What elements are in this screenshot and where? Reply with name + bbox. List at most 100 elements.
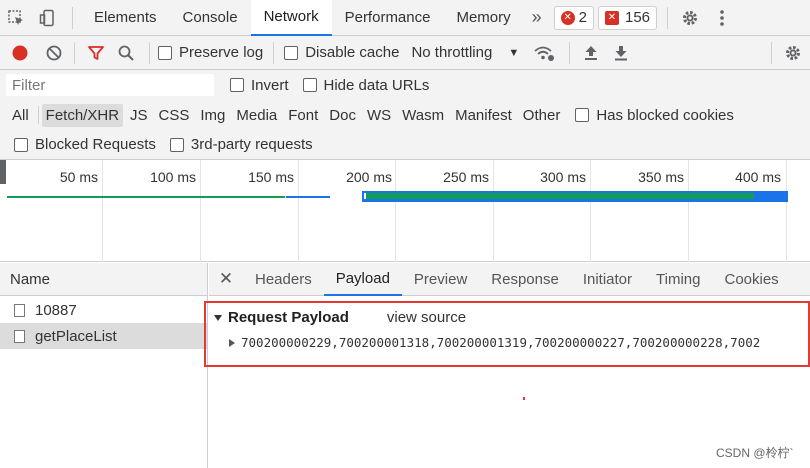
watermark-text: CSDN @柃柠` [716, 446, 794, 460]
close-details-icon[interactable]: ✕ [209, 269, 243, 289]
tab-elements[interactable]: Elements [81, 0, 170, 36]
timeline-tick-label: 300 ms [540, 169, 586, 185]
red-dot-mark [523, 397, 525, 400]
payload-value-row[interactable]: 700200000229,700200001318,700200001319,7… [229, 335, 809, 350]
kebab-menu-icon[interactable] [706, 0, 738, 36]
timeline-tick-label: 50 ms [59, 169, 98, 185]
type-filter-manifest[interactable]: Manifest [451, 104, 516, 127]
divider [72, 6, 73, 29]
request-name: 10887 [35, 301, 77, 319]
type-filter-img[interactable]: Img [196, 104, 229, 127]
timeline-gridline [102, 160, 103, 262]
preserve-log-checkbox[interactable]: Preserve log [158, 44, 263, 61]
request-row[interactable]: 10887 [0, 297, 207, 323]
issues-count: 156 [625, 9, 651, 26]
type-filter-wasm[interactable]: Wasm [398, 104, 448, 127]
request-payload-title: Request Payload [228, 309, 349, 326]
details-tab-bar: ✕ Headers Payload Preview Response Initi… [209, 263, 810, 296]
inspect-element-icon[interactable] [0, 0, 32, 36]
request-row-selected[interactable]: getPlaceList [0, 323, 207, 349]
checkbox-box[interactable] [14, 137, 28, 152]
record-icon[interactable] [0, 35, 40, 71]
third-party-requests-checkbox[interactable]: 3rd-party requests [169, 136, 313, 153]
preserve-log-label: Preserve log [179, 44, 264, 61]
tab-response[interactable]: Response [479, 263, 571, 296]
filter-row: Invert Hide data URLs [0, 70, 810, 100]
search-icon[interactable] [111, 35, 141, 71]
has-blocked-cookies-checkbox[interactable]: Has blocked cookies [575, 107, 734, 124]
tab-preview[interactable]: Preview [402, 263, 479, 296]
tab-headers[interactable]: Headers [243, 263, 324, 296]
issue-icon: ✕ [605, 10, 619, 25]
checkbox-box[interactable] [158, 45, 172, 60]
document-icon [14, 303, 25, 317]
type-filter-media[interactable]: Media [232, 104, 281, 127]
timeline-left-handle[interactable] [0, 160, 6, 184]
hide-data-urls-checkbox[interactable]: Hide data URLs [302, 77, 429, 94]
type-filter-ws[interactable]: WS [363, 104, 395, 127]
timeline-tick-label: 200 ms [346, 169, 392, 185]
import-har-upload-icon[interactable] [576, 35, 606, 71]
type-filter-font[interactable]: Font [284, 104, 322, 127]
filter-input[interactable] [6, 74, 214, 96]
expand-triangle-icon[interactable] [214, 314, 222, 321]
payload-value: 700200000229,700200001318,700200001319,7… [241, 335, 761, 350]
type-filter-css[interactable]: CSS [155, 104, 194, 127]
name-column-header[interactable]: Name [0, 263, 207, 296]
type-filter-doc[interactable]: Doc [325, 104, 360, 127]
type-filter-fetch-xhr[interactable]: Fetch/XHR [41, 103, 124, 127]
disable-cache-label: Disable cache [305, 44, 400, 61]
divider [569, 41, 571, 64]
tab-initiator[interactable]: Initiator [571, 263, 644, 296]
clear-icon[interactable] [40, 35, 68, 71]
divider [74, 41, 75, 64]
checkbox-box[interactable] [230, 78, 244, 92]
network-settings-gear-icon[interactable] [776, 35, 810, 71]
timeline-gridline [298, 160, 299, 262]
blocked-requests-label: Blocked Requests [35, 136, 156, 153]
divider [667, 6, 669, 29]
issues-badge[interactable]: ✕ 156 [598, 5, 658, 30]
view-source-link[interactable]: view source [387, 309, 466, 326]
type-filter-other[interactable]: Other [519, 104, 565, 127]
network-conditions-wifi-icon[interactable] [525, 35, 563, 71]
export-har-download-icon[interactable] [606, 35, 636, 71]
timeline-request-bar-green-wide [366, 193, 754, 199]
type-filter-js[interactable]: JS [126, 104, 152, 127]
errors-badge[interactable]: ✕ 2 [553, 5, 594, 30]
checkbox-box[interactable] [284, 45, 299, 60]
tab-payload[interactable]: Payload [323, 263, 402, 296]
tab-performance[interactable]: Performance [332, 0, 444, 36]
tab-cookies[interactable]: Cookies [712, 263, 790, 296]
divider [771, 41, 772, 64]
tab-timing[interactable]: Timing [644, 263, 712, 296]
tab-memory[interactable]: Memory [443, 0, 523, 36]
throttling-select[interactable]: No throttling ▼ [411, 44, 519, 61]
timeline-gridline [493, 160, 494, 262]
timeline-tick-label: 150 ms [248, 169, 294, 185]
more-tabs-chevron-icon[interactable]: » [524, 7, 550, 28]
device-toolbar-icon[interactable] [32, 0, 64, 36]
timeline-request-bar-green [7, 196, 285, 198]
request-payload-section-header[interactable]: Request Payload view source [214, 309, 466, 326]
request-payload-highlight: Request Payload view source 700200000229… [204, 301, 810, 367]
disable-cache-checkbox[interactable]: Disable cache [284, 44, 399, 61]
settings-gear-icon[interactable] [674, 0, 706, 36]
tab-console[interactable]: Console [170, 0, 251, 36]
devtools-tab-bar: Elements Console Network Performance Mem… [0, 0, 810, 36]
invert-checkbox[interactable]: Invert [230, 77, 289, 94]
network-overview-timeline[interactable]: 50 ms 100 ms 150 ms 200 ms 250 ms 300 ms… [0, 160, 810, 262]
filter-funnel-icon[interactable] [81, 35, 111, 71]
collapse-triangle-icon[interactable] [229, 338, 235, 347]
divider [149, 41, 150, 64]
type-filter-all[interactable]: All [8, 104, 33, 127]
blocked-requests-checkbox[interactable]: Blocked Requests [14, 136, 156, 153]
throttling-value: No throttling [411, 44, 493, 61]
has-blocked-cookies-label: Has blocked cookies [596, 106, 734, 124]
checkbox-box[interactable] [169, 137, 184, 152]
tab-network[interactable]: Network [250, 0, 332, 36]
request-details-pane: ✕ Headers Payload Preview Response Initi… [204, 263, 810, 468]
checkbox-box[interactable] [302, 78, 317, 92]
invert-label: Invert [251, 76, 289, 94]
checkbox-box[interactable] [575, 108, 590, 122]
